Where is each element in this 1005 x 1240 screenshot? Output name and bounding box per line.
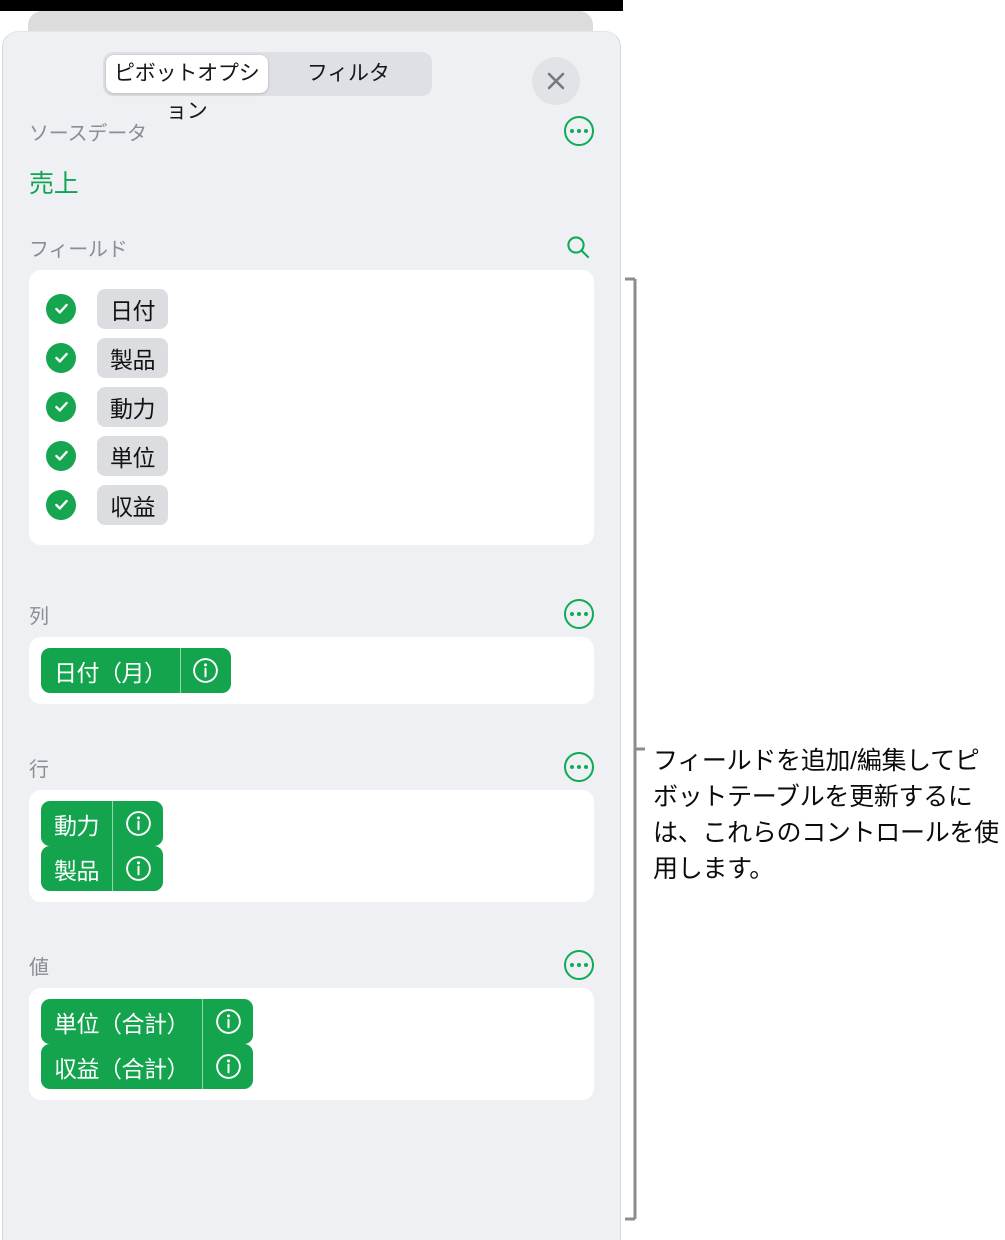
checkmark-icon — [54, 499, 68, 510]
fields-section-header: フィールド — [3, 224, 620, 270]
ellipsis-dot — [584, 612, 588, 616]
ellipsis-dot — [577, 612, 581, 616]
checkmark-icon — [54, 303, 68, 314]
token-row: 製品 — [29, 846, 594, 891]
info-icon — [215, 1054, 241, 1079]
field-list-item[interactable]: 日付 — [29, 284, 594, 333]
source-data-label: ソースデータ — [29, 122, 147, 145]
close-icon — [547, 72, 565, 90]
values-section-header: 値 — [3, 942, 620, 988]
field-checkbox[interactable] — [46, 391, 76, 422]
ellipsis-dot — [577, 129, 581, 133]
tab-pivot-options[interactable]: ピボットオプション — [106, 55, 268, 123]
field-list-item[interactable]: 単位 — [29, 431, 594, 480]
info-icon — [193, 658, 218, 683]
field-list-item[interactable]: 動力 — [29, 382, 594, 431]
fields-label: フィールド — [29, 238, 128, 261]
token-row: 動力 — [29, 801, 594, 846]
ellipsis-dot — [570, 765, 574, 769]
checkmark-icon — [54, 450, 68, 461]
value-token[interactable]: 収益（合計） — [41, 1044, 253, 1089]
info-icon — [215, 1009, 241, 1034]
ellipsis-dot — [584, 129, 588, 133]
close-button[interactable] — [532, 57, 580, 105]
values-more-button[interactable] — [564, 950, 594, 980]
token-info-button[interactable] — [113, 801, 163, 846]
field-name-chip[interactable]: 日付 — [97, 288, 168, 329]
ellipsis-dot — [570, 129, 574, 133]
rows-section-header: 行 — [3, 744, 620, 790]
field-name-chip[interactable]: 製品 — [97, 337, 168, 378]
token-info-button[interactable] — [203, 999, 253, 1044]
checkmark-icon — [54, 352, 68, 363]
panel-header: ピボットオプション フィルタ — [3, 32, 620, 123]
field-checkbox[interactable] — [46, 293, 76, 324]
tab-segmented-control[interactable]: ピボットオプション フィルタ — [103, 52, 432, 123]
rows-card: 動力 製品 — [29, 790, 594, 902]
status-bar-backdrop — [0, 0, 623, 11]
values-label: 値 — [29, 956, 49, 979]
value-token[interactable]: 単位（合計） — [41, 999, 253, 1044]
source-data-value[interactable]: 売上 — [3, 154, 620, 210]
field-checkbox[interactable] — [46, 489, 76, 520]
fields-card: 日付 製品 動力 単位 収益 — [29, 270, 594, 545]
callout-text: フィールドを追加/編集してピボットテーブルを更新するには、これらのコントロールを… — [653, 747, 999, 883]
columns-section-header: 列 — [3, 591, 620, 637]
field-checkbox[interactable] — [46, 440, 76, 471]
token-label: 収益（合計） — [41, 1044, 203, 1089]
token-row: 収益（合計） — [29, 1044, 594, 1089]
ellipsis-dot — [570, 612, 574, 616]
ellipsis-dot — [577, 765, 581, 769]
row-token[interactable]: 動力 — [41, 801, 163, 846]
token-row: 日付（月） — [29, 648, 594, 693]
ellipsis-dot — [577, 963, 581, 967]
token-info-button[interactable] — [181, 648, 231, 693]
field-list-item[interactable]: 収益 — [29, 480, 594, 529]
column-token[interactable]: 日付（月） — [41, 648, 231, 693]
token-info-button[interactable] — [203, 1044, 253, 1089]
source-data-more-button[interactable] — [564, 116, 594, 146]
field-checkbox[interactable] — [46, 342, 76, 373]
fields-search-button[interactable] — [562, 231, 594, 263]
info-icon — [125, 811, 151, 836]
row-token[interactable]: 製品 — [41, 846, 163, 891]
rows-label: 行 — [29, 758, 49, 781]
columns-more-button[interactable] — [564, 599, 594, 629]
source-data-section-header: ソースデータ — [3, 108, 620, 154]
field-name-chip[interactable]: 単位 — [97, 435, 168, 476]
rows-more-button[interactable] — [564, 752, 594, 782]
token-label: 日付（月） — [41, 648, 181, 693]
callout-bracket — [625, 277, 645, 1221]
token-label: 製品 — [41, 846, 113, 891]
pivot-options-panel: ピボットオプション フィルタ ソースデータ 売上 フィールド 日付 製品 動力 … — [2, 31, 621, 1240]
tab-filter[interactable]: フィルタ — [268, 55, 430, 93]
token-info-button[interactable] — [113, 846, 163, 891]
search-icon — [567, 236, 590, 259]
token-label: 単位（合計） — [41, 999, 203, 1044]
values-card: 単位（合計） 収益（合計） — [29, 988, 594, 1100]
field-name-chip[interactable]: 動力 — [97, 386, 168, 427]
ellipsis-dot — [584, 765, 588, 769]
token-row: 単位（合計） — [29, 999, 594, 1044]
field-list-item[interactable]: 製品 — [29, 333, 594, 382]
field-name-chip[interactable]: 収益 — [97, 484, 168, 525]
columns-label: 列 — [29, 605, 49, 628]
checkmark-icon — [54, 401, 68, 412]
ellipsis-dot — [570, 963, 574, 967]
info-icon — [125, 856, 151, 881]
columns-card: 日付（月） — [29, 637, 594, 704]
ellipsis-dot — [584, 963, 588, 967]
token-label: 動力 — [41, 801, 113, 846]
